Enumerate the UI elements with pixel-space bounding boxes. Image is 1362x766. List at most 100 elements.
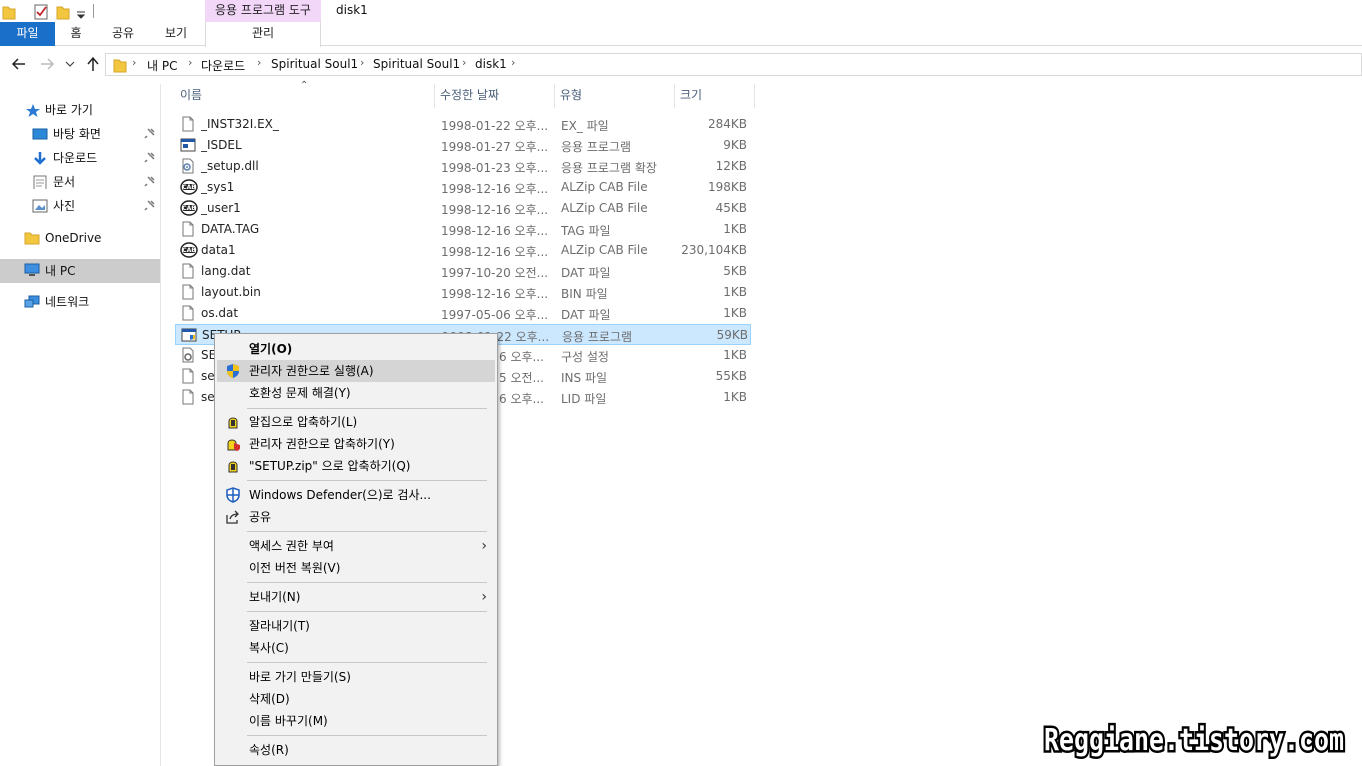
address-bar[interactable]: › 내 PC › 다운로드 › Spiritual Soul1 › Spirit…	[105, 53, 1362, 76]
menu-item[interactable]: 이전 버전 복원(V)	[217, 557, 495, 579]
menu-item[interactable]: 관리자 권한으로 실행(A)	[217, 360, 495, 382]
nav-item-documents[interactable]: 문서	[0, 171, 160, 193]
menu-item[interactable]: 복사(C)	[217, 637, 495, 659]
file-date: 1997-10-20 오전...	[441, 266, 549, 280]
file-name: DATA.TAG	[201, 222, 260, 236]
back-arrow-icon[interactable]	[10, 55, 28, 73]
menu-item[interactable]: 공유	[217, 506, 495, 528]
menu-item[interactable]: 속성(R)	[217, 739, 495, 761]
menu-item[interactable]: 보내기(N) ›	[217, 586, 495, 608]
file-type: 응용 프로그램	[562, 330, 633, 344]
tab-share[interactable]: 공유	[103, 22, 143, 46]
menu-item[interactable]: 관리자 권한으로 압축하기(Y)	[217, 433, 495, 455]
file-date: 1998-01-22 오후...	[441, 119, 549, 133]
nav-item-network[interactable]: 네트워크	[0, 291, 160, 313]
alzip-icon	[225, 414, 241, 430]
nav-item-label: 네트워크	[45, 295, 90, 309]
file-size: 1KB	[723, 348, 747, 362]
menu-item[interactable]: "SETUP.zip" 으로 압축하기(Q)	[217, 455, 495, 477]
chevron-right-icon[interactable]: ›	[462, 56, 466, 69]
file-name: _sys1	[201, 180, 235, 194]
tab-file[interactable]: 파일	[0, 22, 55, 46]
breadcrumb-spiritual-soul1[interactable]: Spiritual Soul1	[271, 57, 358, 71]
menu-item[interactable]: 알집으로 압축하기(L)	[217, 411, 495, 433]
file-row[interactable]: DATA.TAG 1998-12-16 오후... TAG 파일 1KB	[175, 219, 751, 240]
file-row[interactable]: os.dat 1997-05-06 오후... DAT 파일 1KB	[175, 303, 751, 324]
file-type: 구성 설정	[561, 350, 609, 364]
file-row[interactable]: _setup.dll 1998-01-23 오후... 응용 프로그램 확장 12KB	[175, 156, 751, 177]
breadcrumb-downloads[interactable]: 다운로드	[201, 57, 245, 74]
file-type: ALZip CAB File	[561, 180, 648, 194]
file-row[interactable]: lang.dat 1997-10-20 오전... DAT 파일 5KB	[175, 261, 751, 282]
column-header-date[interactable]: 수정한 날짜	[435, 84, 555, 108]
file-date: 1997-05-06 오후...	[441, 308, 549, 322]
file-row[interactable]: _ISDEL 1998-01-27 오후... 응용 프로그램 9KB	[175, 135, 751, 156]
file-size: 1KB	[723, 390, 747, 404]
pin-icon[interactable]	[144, 199, 156, 211]
network-icon	[24, 295, 40, 308]
up-arrow-icon[interactable]	[84, 55, 102, 73]
nav-quick-access[interactable]: 바로 가기	[0, 99, 160, 121]
column-header-type[interactable]: 유형	[555, 84, 675, 108]
pin-icon[interactable]	[144, 127, 156, 139]
cab-icon: CAB	[180, 242, 198, 258]
chevron-right-icon: ›	[481, 538, 487, 554]
nav-item-pictures[interactable]: 사진	[0, 195, 160, 217]
chevron-right-icon[interactable]: ›	[132, 56, 136, 69]
file-name: _ISDEL	[201, 138, 242, 152]
menu-item[interactable]: 잘라내기(T)	[217, 615, 495, 637]
file-type: INS 파일	[561, 371, 608, 385]
menu-item[interactable]: 삭제(D)	[217, 688, 495, 710]
nav-item-downloads[interactable]: 다운로드	[0, 147, 160, 169]
chevron-right-icon[interactable]: ›	[257, 56, 261, 69]
file-icon	[180, 368, 196, 384]
app-icon	[180, 137, 196, 153]
tab-home[interactable]: 홈	[58, 22, 94, 46]
file-row[interactable]: _INST32I.EX_ 1998-01-22 오후... EX_ 파일 284KB	[175, 114, 751, 135]
column-header-size[interactable]: 크기	[675, 84, 755, 108]
nav-item-thispc[interactable]: 내 PC	[0, 259, 160, 283]
chevron-right-icon[interactable]: ›	[511, 56, 515, 69]
dll-icon	[180, 158, 196, 174]
file-type: EX_ 파일	[561, 119, 609, 133]
menu-separator	[247, 611, 487, 612]
file-row[interactable]: CAB _user1 1998-12-16 오후... ALZip CAB File 4…	[175, 198, 751, 219]
menu-separator	[247, 480, 487, 481]
nav-item-label: 사진	[53, 199, 76, 213]
file-type: TAG 파일	[561, 224, 611, 238]
svg-text:CAB: CAB	[182, 184, 196, 191]
tab-view[interactable]: 보기	[156, 22, 196, 46]
breadcrumb-spiritual-soul1-inner[interactable]: Spiritual Soul1	[373, 57, 460, 71]
properties-icon[interactable]	[33, 3, 49, 20]
menu-item[interactable]: 호환성 문제 해결(Y)	[217, 382, 495, 404]
watermark: Reggiane.tistory.com	[1042, 721, 1347, 761]
nav-item-onedrive[interactable]: OneDrive	[0, 227, 160, 249]
file-size: 5KB	[723, 264, 747, 278]
tab-manage[interactable]: 관리	[205, 22, 321, 47]
chevron-right-icon[interactable]: ›	[188, 56, 192, 69]
file-row[interactable]: CAB _sys1 1998-12-16 오후... ALZip CAB File 19…	[175, 177, 751, 198]
qat-dropdown-icon[interactable]	[75, 3, 87, 20]
nav-item-label: 바탕 화면	[53, 127, 101, 141]
menu-item[interactable]: Windows Defender(으)로 검사...	[217, 484, 495, 506]
column-header-name[interactable]: 이름	[175, 84, 435, 108]
menu-item[interactable]: 액세스 권한 부여 ›	[217, 535, 495, 557]
file-row[interactable]: CAB data1 1998-12-16 오후... ALZip CAB File 23…	[175, 240, 751, 261]
menu-item[interactable]: 바로 가기 만들기(S)	[217, 666, 495, 688]
recent-locations-icon[interactable]	[64, 55, 82, 73]
menu-item[interactable]: 열기(O)	[217, 338, 495, 360]
menu-item-label: 열기(O)	[249, 342, 293, 356]
menu-item[interactable]: 이름 바꾸기(M)	[217, 710, 495, 732]
file-row[interactable]: layout.bin 1998-12-16 오후... BIN 파일 1KB	[175, 282, 751, 303]
nav-item-desktop[interactable]: 바탕 화면	[0, 123, 160, 145]
pin-icon[interactable]	[144, 151, 156, 163]
chevron-right-icon[interactable]: ›	[360, 56, 364, 69]
file-date: 6 오후...	[499, 392, 544, 406]
new-folder-icon[interactable]	[56, 3, 70, 20]
cab-icon: CAB	[180, 200, 198, 216]
forward-arrow-icon[interactable]	[38, 55, 56, 73]
file-date: 1998-12-16 오후...	[441, 203, 549, 217]
pin-icon[interactable]	[144, 175, 156, 187]
breadcrumb-disk1[interactable]: disk1	[475, 57, 507, 71]
breadcrumb-thispc[interactable]: 내 PC	[147, 57, 177, 74]
